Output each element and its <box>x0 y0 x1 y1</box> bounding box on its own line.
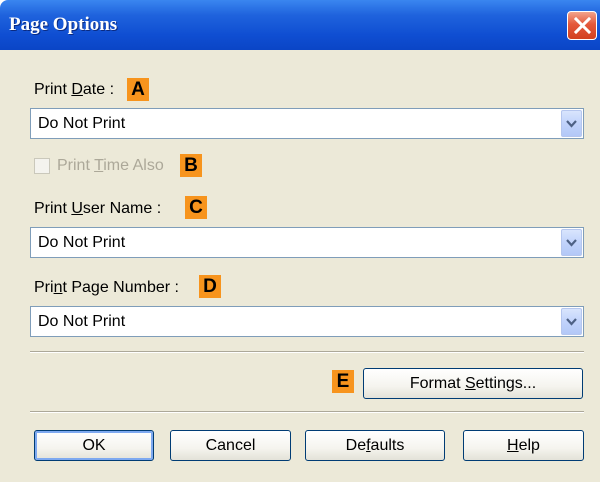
print-date-combo[interactable]: Do Not Print <box>30 108 584 139</box>
title-bar[interactable]: Page Options <box>0 0 600 50</box>
ok-button[interactable]: OK <box>34 430 154 461</box>
print-date-label: Print Date : <box>34 81 115 98</box>
print-page-number-combo[interactable]: Do Not Print <box>30 306 584 337</box>
window-title: Page Options <box>9 14 118 35</box>
cancel-button[interactable]: Cancel <box>170 430 291 461</box>
chevron-down-icon <box>566 318 577 326</box>
help-button[interactable]: Help <box>463 430 584 461</box>
close-button[interactable] <box>567 11 597 40</box>
separator-top <box>30 351 584 353</box>
print-page-number-dropdown-button[interactable] <box>561 308 582 335</box>
separator-bottom <box>30 411 584 413</box>
defaults-button[interactable]: Defaults <box>305 430 445 461</box>
print-user-name-value: Do Not Print <box>38 234 126 251</box>
callout-a: A <box>127 78 149 101</box>
print-date-dropdown-button[interactable] <box>561 110 582 137</box>
print-user-name-combo[interactable]: Do Not Print <box>30 227 584 258</box>
print-date-value: Do Not Print <box>38 115 126 132</box>
close-icon <box>574 17 591 34</box>
print-time-label: Print Time Also <box>57 157 164 174</box>
print-time-checkbox[interactable] <box>34 158 50 174</box>
dialog-body: Print Date : A Do Not Print Print Time A… <box>0 50 600 482</box>
callout-b: B <box>180 154 202 177</box>
callout-e: E <box>332 370 354 393</box>
chevron-down-icon <box>566 120 577 128</box>
callout-d: D <box>199 275 221 298</box>
format-settings-button[interactable]: Format Settings... <box>363 368 583 399</box>
print-page-number-label: Print Page Number : <box>34 279 179 296</box>
callout-c: C <box>185 196 207 219</box>
print-page-number-value: Do Not Print <box>38 313 126 330</box>
chevron-down-icon <box>566 239 577 247</box>
print-user-name-label: Print User Name : <box>34 200 162 217</box>
print-user-name-dropdown-button[interactable] <box>561 229 582 256</box>
